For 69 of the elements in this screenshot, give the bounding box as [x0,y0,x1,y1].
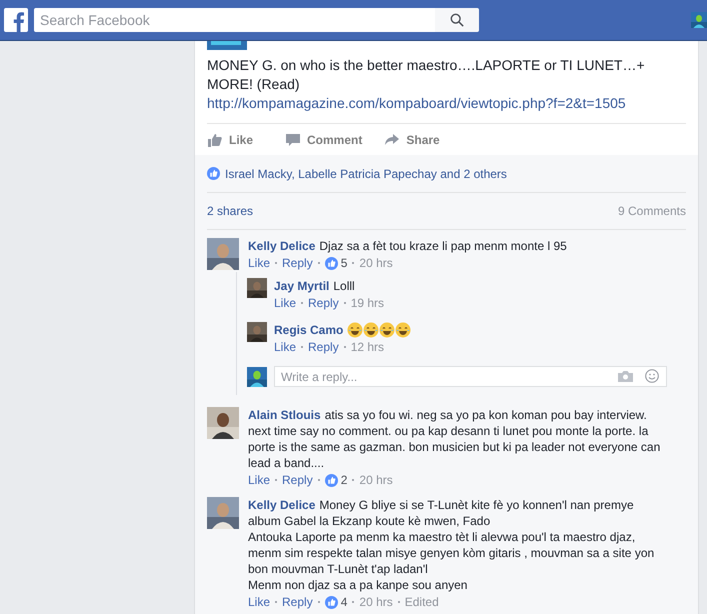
share-button[interactable]: Share [384,132,440,148]
comment-text: Kelly Delice Djaz sa a fèt tou kraze li pap menm monte l 95 [248,238,568,254]
shares-link[interactable]: 2 shares [207,204,254,218]
separator-dot [275,601,278,603]
reply-field[interactable]: Write a reply... [274,366,667,387]
comment-time: 20 hrs [359,472,393,489]
laughing-emoji-icon [379,322,396,338]
separator-dot [318,601,320,603]
comment-button[interactable]: Comment [285,132,362,148]
like-link[interactable]: Like [274,338,296,356]
like-count: 2 [340,472,348,489]
share-arrow-icon [384,132,400,148]
commenter-name[interactable]: Regis Camo [274,322,344,338]
comment-text: Kelly Delice Money G bliye si se T-Lunèt kite fè yo konnen'l nan premye album Gabel la Ekzanp koute kè mwen, Fado [248,497,635,529]
reply-link[interactable]: Reply [308,338,339,356]
commenter-name[interactable]: Jay Myrtil [274,278,330,294]
comment-time: 12 hrs [350,339,384,356]
like-count: 5 [340,255,348,272]
reply-link[interactable]: Reply [282,593,313,611]
like-badge-icon [324,474,338,486]
post-link[interactable]: http://kompamagazine.com/kompaboard/viewtopic.php?f=2&t=1505 [207,94,686,113]
reply-link[interactable]: Reply [282,471,313,489]
separator-dot [275,262,278,264]
like-link[interactable]: Like [248,254,270,272]
facebook-logo-icon[interactable] [4,8,28,32]
post-text: MONEY G. on who is the better maestro….LAPORTE or TI LUNET…+ MORE! (Read) [207,56,646,94]
commenter-name[interactable]: Kelly Delice [248,498,316,512]
search-field[interactable]: Search Facebook [34,8,435,32]
comment-time: 19 hrs [350,295,384,312]
like-count: 4 [340,594,348,611]
like-button[interactable]: Like [207,132,254,148]
separator-dot [318,262,320,264]
search-button[interactable] [435,8,479,32]
like-badge-icon [207,167,220,180]
comment-time: 20 hrs [359,594,393,611]
comment-time: 20 hrs [359,255,393,272]
separator-dot [344,302,346,304]
reply-text: Lolll [333,278,355,294]
smiley-icon[interactable] [645,369,659,383]
like-link[interactable]: Like [274,294,296,312]
comment-text: Antouka Laporte pa menm ka maestro tèt li alevwa pou'l ta maestro djaz, menm sim respekte talan misye genyen kòm gitaris , mouvman sa a site yon bon mouvman T-Lunèt t'ap ladan'l [248,529,656,577]
reply-link[interactable]: Reply [282,254,313,272]
separator-dot [344,346,346,348]
commenter-name[interactable]: Alain Stlouis [248,408,321,422]
separator-dot [275,479,278,481]
search-icon [450,13,464,27]
laughing-emoji-icon [363,322,380,338]
laughing-emoji-icon [347,322,364,338]
reply-link[interactable]: Reply [308,294,339,312]
separator-dot [301,346,304,348]
separator-dot [352,479,354,481]
separator-dot [301,302,304,304]
laughing-emoji-icon [395,322,412,338]
likes-summary[interactable]: Israel Macky, Labelle Patricia Papechay and 2 others [225,166,507,180]
separator-dot [352,262,354,264]
comment-text: Alain Stlouis atis sa yo fou wi. neg sa yo pa kon koman pou bay interview. next time say no comment. ou pa kap desann ti lunet pou monte la porte. la porte is the same as gazman. bon musicien but ki pa leader not everyone can lead a band.... [248,407,662,471]
separator-dot [398,601,400,603]
speech-bubble-icon [285,132,302,148]
like-badge-icon [324,256,338,270]
edited-label: Edited [404,594,439,611]
commenter-name[interactable]: Kelly Delice [248,239,316,253]
thumbs-up-icon [207,132,223,148]
like-badge-icon [324,596,338,608]
like-link[interactable]: Like [248,593,270,611]
comment-text: Menm non djaz sa a pa kanpe sou anyen [248,577,468,593]
separator-dot [352,601,354,603]
comments-count[interactable]: 9 Comments [618,204,686,218]
like-link[interactable]: Like [248,471,270,489]
separator-dot [318,479,320,481]
